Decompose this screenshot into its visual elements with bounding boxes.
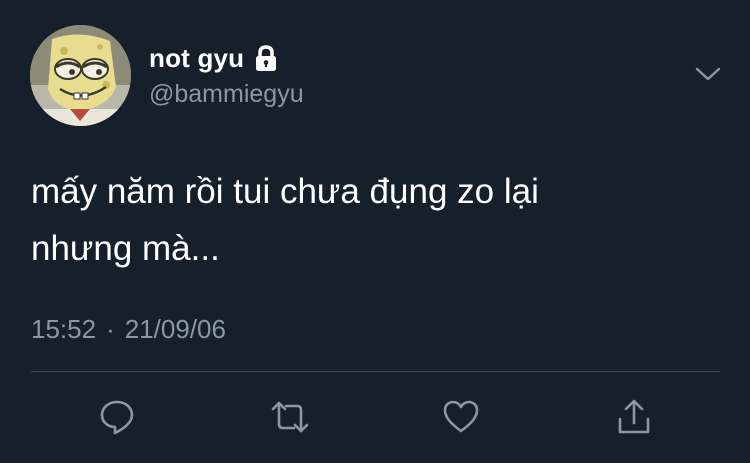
reply-button[interactable] bbox=[97, 397, 137, 437]
reply-icon bbox=[100, 400, 134, 435]
avatar-image bbox=[30, 25, 131, 126]
tweet-date: 21/09/06 bbox=[124, 314, 226, 344]
name-row: not gyu bbox=[149, 43, 279, 74]
divider bbox=[31, 371, 720, 372]
retweet-icon bbox=[271, 401, 309, 433]
retweet-button[interactable] bbox=[270, 397, 310, 437]
avatar[interactable] bbox=[30, 25, 131, 126]
share-icon bbox=[618, 399, 650, 434]
heart-icon bbox=[443, 400, 479, 433]
timestamp-separator: · bbox=[106, 314, 115, 344]
user-handle[interactable]: @bammiegyu bbox=[149, 80, 304, 109]
share-button[interactable] bbox=[614, 397, 654, 437]
tweet-text-line: mấy năm rồi tui chưa đụng zo lại bbox=[31, 172, 539, 211]
timestamp[interactable]: 15:52 · 21/09/06 bbox=[31, 314, 226, 345]
display-name[interactable]: not gyu bbox=[149, 43, 244, 74]
tweet-text-line: nhưng mà... bbox=[31, 229, 220, 268]
like-button[interactable] bbox=[441, 397, 481, 437]
chevron-down-icon[interactable] bbox=[693, 62, 723, 86]
lock-icon bbox=[253, 44, 279, 73]
tweet-card: not gyu @bammiegyu mấy năm rồi tui chưa … bbox=[0, 0, 750, 463]
tweet-time: 15:52 bbox=[31, 314, 97, 344]
tweet-text: mấy năm rồi tui chưa đụng zo lại nhưng m… bbox=[31, 163, 721, 277]
